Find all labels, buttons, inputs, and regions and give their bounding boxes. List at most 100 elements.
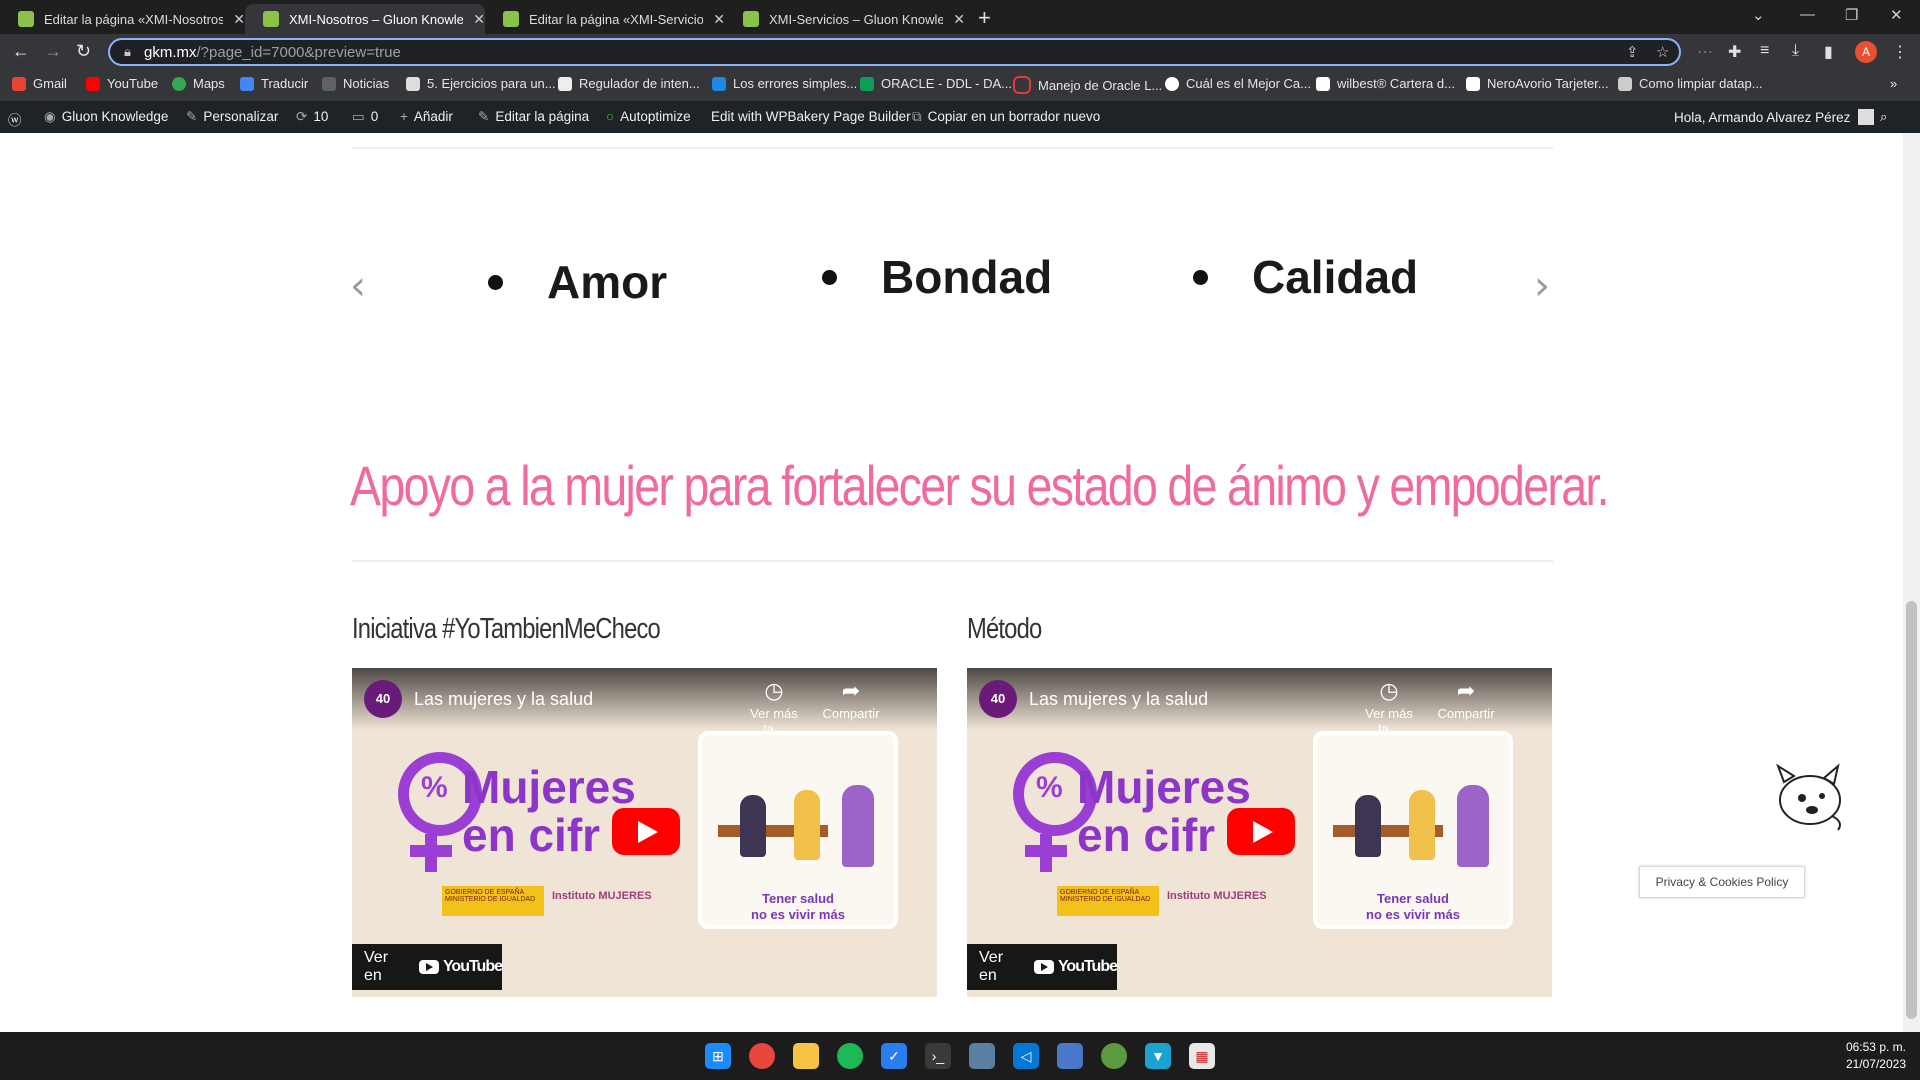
video-title[interactable]: Las mujeres y la salud (414, 689, 593, 710)
bookmark-ejercicios[interactable]: 5. Ejercicios para un... (406, 76, 556, 91)
bookmark-traducir[interactable]: Traducir (240, 76, 308, 91)
bookmark-noticias[interactable]: Noticias (322, 76, 389, 91)
menu-kebab-icon[interactable]: ⋮ (1892, 42, 1908, 62)
scrollbar-thumb[interactable] (1906, 601, 1917, 1019)
photos-icon[interactable] (969, 1043, 995, 1069)
page-icon (558, 76, 572, 91)
app-icon[interactable]: ▦ (1189, 1043, 1215, 1069)
thumbnail-title-line1: Mujeres (1077, 761, 1251, 813)
admin-add-new[interactable]: + Añadir (400, 109, 453, 124)
refresh-icon: ⟳ (296, 109, 308, 124)
window-close-icon[interactable]: ✕ (1890, 6, 1903, 24)
browser-tab[interactable]: Editar la página «XMI-Servicios» ✕ (485, 4, 725, 34)
admin-edit-page[interactable]: ✎ Editar la página (478, 109, 589, 125)
download-icon[interactable]: ⤓ (1792, 42, 1799, 60)
spotify-icon[interactable] (837, 1043, 863, 1069)
admin-copy-draft[interactable]: ⧉ Copiar en un borrador nuevo (912, 109, 1100, 125)
reload-icon[interactable]: ↻ (76, 41, 91, 62)
lock-icon[interactable]: 🔒︎ (124, 44, 131, 60)
todo-icon[interactable]: ✓ (881, 1043, 907, 1069)
close-icon[interactable]: ✕ (953, 11, 965, 28)
bookmark-star-icon[interactable]: ☆ (1656, 43, 1669, 61)
restore-icon[interactable]: ❐ (1845, 6, 1858, 24)
government-logo: GOBIERNO DE ESPAÑA MINISTERIO DE IGUALDA… (442, 886, 544, 916)
new-tab-icon[interactable]: + (978, 5, 991, 31)
site-favicon-icon (263, 11, 279, 27)
close-icon[interactable]: ✕ (473, 11, 485, 28)
bookmark-manejo-oracle[interactable]: Manejo de Oracle L... (1013, 76, 1162, 94)
chrome-icon[interactable] (749, 1043, 775, 1069)
bookmark-mejor-ca[interactable]: Cuál es el Mejor Ca... (1165, 76, 1311, 91)
address-bar[interactable]: 🔒︎ gkm.mx/?page_id=7000&preview=true ⇪ ☆ (108, 38, 1681, 66)
play-button-icon[interactable] (612, 808, 680, 855)
bookmark-youtube[interactable]: YouTube (86, 76, 158, 91)
side-panel-icon[interactable]: ▮ (1824, 42, 1833, 62)
profile-avatar[interactable]: A (1855, 41, 1877, 63)
back-icon[interactable]: ← (12, 41, 30, 62)
youtube-logo-icon (419, 960, 439, 974)
bookmark-oracle-ddl[interactable]: ORACLE - DDL - DA... (860, 76, 1012, 91)
bookmark-neroavorio[interactable]: NeroAvorio Tarjeter... (1466, 76, 1609, 91)
extensions-puzzle-icon[interactable]: ✚ (1728, 42, 1741, 62)
watch-later-button[interactable]: ◷ Ver más ta... (1353, 678, 1425, 736)
news-icon (322, 76, 336, 91)
carousel-next-icon[interactable]: › (1534, 263, 1550, 309)
browser-toolbar: ← → ↻ 🔒︎ gkm.mx/?page_id=7000&preview=tr… (0, 34, 1920, 70)
watch-on-youtube-button[interactable]: Ver en YouTube (967, 944, 1118, 990)
app-icon[interactable] (1101, 1043, 1127, 1069)
youtube-embed[interactable]: 40 Las mujeres y la salud ◷ Ver más ta...… (352, 668, 937, 997)
youtube-embed[interactable]: 40 Las mujeres y la salud ◷ Ver más ta...… (967, 668, 1552, 997)
channel-avatar[interactable]: 40 (364, 680, 402, 718)
close-icon[interactable]: ✕ (233, 11, 245, 28)
vscode-icon[interactable]: ◁ (1013, 1043, 1039, 1069)
file-explorer-icon[interactable] (793, 1043, 819, 1069)
terminal-icon[interactable]: ›_ (925, 1043, 951, 1069)
channel-avatar[interactable]: 40 (979, 680, 1017, 718)
bookmark-errores[interactable]: Los errores simples... (712, 76, 857, 91)
page-scrollbar[interactable] (1903, 133, 1920, 1032)
amazon-icon (1466, 76, 1480, 91)
bookmark-gmail[interactable]: Gmail (12, 76, 67, 91)
forward-icon[interactable]: → (44, 41, 62, 62)
admin-updates[interactable]: ⟳ 10 (296, 109, 328, 125)
browser-tab[interactable]: XMI-Servicios – Gluon Knowledge ✕ (725, 4, 965, 34)
windows-start-icon[interactable]: ⊞ (705, 1043, 731, 1069)
share-button[interactable]: ➦ Compartir (815, 678, 887, 721)
url-text[interactable]: gkm.mx/?page_id=7000&preview=true (144, 44, 401, 61)
watch-later-button[interactable]: ◷ Ver más ta... (738, 678, 810, 736)
minimize-icon[interactable]: — (1800, 6, 1815, 23)
admin-greeting[interactable]: Hola, Armando Alvarez Pérez (1674, 109, 1875, 125)
play-button-icon[interactable] (1227, 808, 1295, 855)
bookmark-regulador[interactable]: Regulador de inten... (558, 76, 700, 91)
browser-tab[interactable]: Editar la página «XMI-Nosotros» ✕ (0, 4, 245, 34)
app-icon[interactable]: ▼ (1145, 1043, 1171, 1069)
share-icon[interactable]: ⇪ (1626, 43, 1639, 61)
wordpress-logo-icon[interactable]: ⓦ (8, 109, 22, 129)
more-bookmarks-icon[interactable]: » (1890, 76, 1897, 91)
video-title[interactable]: Las mujeres y la salud (1029, 689, 1208, 710)
admin-site-name[interactable]: ◉ Gluon Knowledge (44, 109, 168, 125)
share-button[interactable]: ➦ Compartir (1430, 678, 1502, 721)
person-illustration (1355, 795, 1381, 857)
bookmark-maps[interactable]: Maps (172, 76, 225, 91)
mascot-dog-icon[interactable] (1772, 760, 1854, 834)
bookmark-wilbest[interactable]: wilbest® Cartera d... (1316, 76, 1455, 91)
admin-search-icon[interactable]: ⌕ (1880, 109, 1888, 125)
browser-tab-strip: Editar la página «XMI-Nosotros» ✕ XMI-No… (0, 0, 1920, 34)
close-icon[interactable]: ✕ (713, 11, 725, 28)
browser-tab-active[interactable]: XMI-Nosotros – Gluon Knowledge ✕ (245, 4, 485, 34)
video-section-title: Iniciativa #YoTambienMeCheco (352, 613, 661, 645)
system-clock[interactable]: 06:53 p. m. 21/07/2023 (1820, 1039, 1906, 1073)
watch-on-youtube-button[interactable]: Ver en YouTube (352, 944, 503, 990)
remote-desktop-icon[interactable] (1057, 1043, 1083, 1069)
admin-comments[interactable]: ▭ 0 (352, 109, 378, 125)
bookmark-limpiar[interactable]: Como limpiar datap... (1618, 76, 1763, 91)
privacy-cookies-button[interactable]: Privacy & Cookies Policy (1639, 866, 1805, 898)
admin-autoptimize[interactable]: ○ Autoptimize (606, 109, 691, 124)
extension-dots-icon[interactable]: ⋯ (1697, 42, 1713, 62)
admin-customize[interactable]: ✎ Personalizar (186, 109, 278, 125)
admin-wpbakery[interactable]: Edit with WPBakery Page Builder (711, 109, 911, 124)
tab-search-chevron-icon[interactable]: ⌄ (1752, 6, 1765, 24)
carousel-prev-icon[interactable]: ‹ (350, 263, 366, 309)
media-playlist-icon[interactable]: ≡ (1760, 42, 1769, 60)
